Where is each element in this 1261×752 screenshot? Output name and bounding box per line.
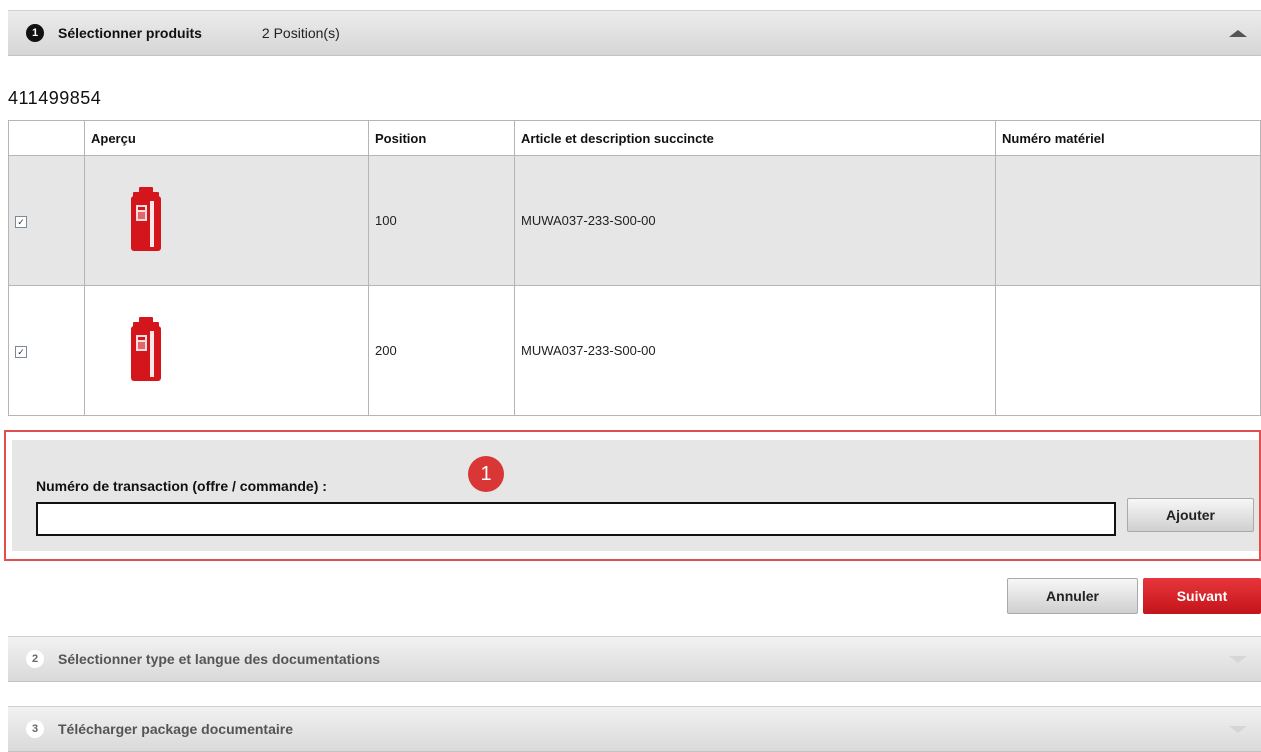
order-number: 411499854: [8, 88, 102, 108]
red-device-icon: [131, 317, 161, 381]
step1-number: 1: [26, 24, 44, 42]
col-header-select: [8, 120, 85, 156]
article-cell: MUWA037-233-S00-00: [514, 155, 996, 286]
transaction-panel: Numéro de transaction (offre / commande)…: [4, 430, 1261, 561]
col-header-material: Numéro matériel: [995, 120, 1261, 156]
col-header-preview: Aperçu: [84, 120, 369, 156]
red-device-icon: [131, 187, 161, 251]
step2-header[interactable]: 2 Sélectionner type et langue des docume…: [8, 636, 1261, 682]
row-select-cell: ✓: [8, 155, 85, 286]
add-button[interactable]: Ajouter: [1127, 498, 1254, 532]
cancel-button[interactable]: Annuler: [1007, 578, 1138, 614]
transaction-label: Numéro de transaction (offre / commande)…: [36, 478, 327, 494]
row-checkbox[interactable]: ✓: [15, 346, 27, 358]
row-checkbox[interactable]: ✓: [15, 216, 27, 228]
transaction-panel-body: Numéro de transaction (offre / commande)…: [12, 440, 1259, 551]
row-select-cell: ✓: [8, 285, 85, 416]
col-header-article: Article et description succincte: [514, 120, 996, 156]
caret-up-icon[interactable]: [1229, 29, 1247, 37]
table-row[interactable]: ✓ 100 MUWA037-233-S00-00: [8, 155, 1261, 286]
position-cell: 200: [368, 285, 515, 416]
step1-title: Sélectionner produits: [58, 25, 202, 41]
step3-number: 3: [26, 720, 44, 738]
step2-title: Sélectionner type et langue des document…: [58, 651, 381, 667]
annotation-badge: 1: [468, 456, 504, 492]
preview-cell: [84, 285, 369, 416]
step3-title: Télécharger package documentaire: [58, 721, 293, 737]
material-cell: [995, 155, 1261, 286]
caret-down-icon[interactable]: [1229, 655, 1247, 663]
step2-number: 2: [26, 650, 44, 668]
col-header-position: Position: [368, 120, 515, 156]
table-header-row: Aperçu Position Article et description s…: [8, 120, 1261, 156]
position-cell: 100: [368, 155, 515, 286]
step3-header[interactable]: 3 Télécharger package documentaire: [8, 706, 1261, 752]
products-table: Aperçu Position Article et description s…: [8, 120, 1261, 416]
article-cell: MUWA037-233-S00-00: [514, 285, 996, 416]
preview-cell: [84, 155, 369, 286]
caret-down-icon[interactable]: [1229, 725, 1247, 733]
next-button[interactable]: Suivant: [1143, 578, 1261, 614]
material-cell: [995, 285, 1261, 416]
transaction-number-input[interactable]: [36, 502, 1116, 536]
table-row[interactable]: ✓ 200 MUWA037-233-S00-00: [8, 285, 1261, 416]
step1-position-count: 2 Position(s): [261, 25, 340, 41]
step1-header[interactable]: 1 Sélectionner produits 2 Position(s): [8, 10, 1261, 56]
